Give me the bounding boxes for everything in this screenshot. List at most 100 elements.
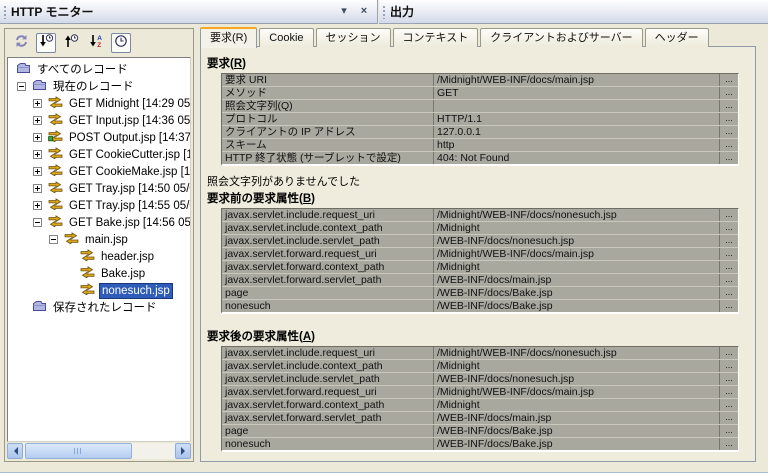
- tree-item-label: 現在のレコード: [53, 80, 134, 93]
- tree-item[interactable]: GET Input.jsp [14:36 05/0: [8, 112, 190, 129]
- expand-value-button[interactable]: ...: [720, 347, 738, 359]
- before-attributes-table: javax.servlet.include.request_uri/Midnig…: [221, 208, 739, 314]
- collapse-icon[interactable]: [49, 235, 58, 244]
- sort-time-ascending-button[interactable]: [61, 33, 81, 53]
- show-timestamp-button[interactable]: [111, 32, 131, 53]
- tree-item[interactable]: nonesuch.jsp: [8, 282, 190, 299]
- scroll-left-button[interactable]: [7, 443, 23, 459]
- tree-item[interactable]: 保存されたレコード: [8, 299, 190, 316]
- tree-item[interactable]: Bake.jsp: [8, 265, 190, 282]
- tab-3[interactable]: コンテキスト: [392, 28, 479, 47]
- expand-value-button[interactable]: ...: [720, 438, 738, 450]
- tree-item[interactable]: GET CookieCutter.jsp [14: [8, 146, 190, 163]
- expand-icon[interactable]: [33, 167, 42, 176]
- attribute-name: javax.servlet.forward.servlet_path: [222, 274, 434, 286]
- close-window-icon[interactable]: ×: [357, 5, 371, 19]
- tree-item[interactable]: POST Output.jsp [14:37 0: [8, 129, 190, 146]
- tree-item-label: GET Input.jsp [14:36 05/0: [69, 114, 191, 127]
- expand-value-button[interactable]: ...: [720, 152, 738, 164]
- expand-icon[interactable]: [33, 201, 42, 210]
- output-window-header[interactable]: 出力: [379, 0, 768, 24]
- tree-item[interactable]: すべてのレコード: [8, 61, 190, 78]
- sort-time-descending-button[interactable]: [36, 32, 56, 53]
- attribute-row: javax.servlet.include.context_path/Midni…: [222, 222, 738, 235]
- tree-item[interactable]: GET Midnight [14:29 05/: [8, 95, 190, 112]
- attribute-value: /Midnight: [434, 399, 720, 411]
- collapse-icon[interactable]: [33, 218, 42, 227]
- tab-4[interactable]: クライアントおよびサーバー: [480, 28, 643, 47]
- attribute-value: /Midnight/WEB-INF/docs/main.jsp: [434, 386, 720, 398]
- expand-value-button[interactable]: ...: [720, 386, 738, 398]
- expand-icon[interactable]: [33, 150, 42, 159]
- tree-item[interactable]: header.jsp: [8, 248, 190, 265]
- attribute-name: メソッド: [222, 87, 434, 99]
- record-icon: [48, 164, 63, 179]
- expand-icon[interactable]: [33, 116, 42, 125]
- attribute-row: 要求 URI/Midnight/WEB-INF/docs/main.jsp...: [222, 74, 738, 87]
- tab-0[interactable]: 要求(R): [200, 27, 258, 48]
- attribute-row: nonesuch/WEB-INF/docs/Bake.jsp...: [222, 300, 738, 312]
- expand-value-button[interactable]: ...: [720, 412, 738, 424]
- expand-value-button[interactable]: ...: [720, 113, 738, 125]
- attribute-value: /Midnight/WEB-INF/docs/main.jsp: [434, 74, 720, 86]
- attribute-row: スキーム http...: [222, 139, 738, 152]
- monitor-window-header[interactable]: HTTP モニター ▾ ×: [0, 0, 378, 24]
- attribute-value: /Midnight/WEB-INF/docs/main.jsp: [434, 248, 720, 260]
- expand-value-button[interactable]: ...: [720, 235, 738, 247]
- expand-value-button[interactable]: ...: [720, 360, 738, 372]
- expand-value-button[interactable]: ...: [720, 87, 738, 99]
- drag-grip-icon[interactable]: [3, 4, 7, 19]
- before-attrs-heading: 要求前の要求属性(B): [207, 193, 315, 205]
- tree-item[interactable]: GET Tray.jsp [14:55 05/0: [8, 197, 190, 214]
- reload-records-button[interactable]: [11, 33, 31, 53]
- tab-1[interactable]: Cookie: [259, 28, 314, 47]
- expand-value-button[interactable]: ...: [720, 274, 738, 286]
- tree-item[interactable]: main.jsp: [8, 231, 190, 248]
- attribute-row: javax.servlet.include.servlet_path/WEB-I…: [222, 235, 738, 248]
- tab-2[interactable]: セッション: [315, 28, 391, 47]
- expand-icon[interactable]: [33, 184, 42, 193]
- attribute-name: 照会文字列(Q): [222, 100, 434, 112]
- expand-value-button[interactable]: ...: [720, 74, 738, 86]
- expand-value-button[interactable]: ...: [720, 425, 738, 437]
- expand-value-button[interactable]: ...: [720, 399, 738, 411]
- scroll-right-button[interactable]: [175, 443, 191, 459]
- expand-value-button[interactable]: ...: [720, 209, 738, 221]
- record-icon: [48, 147, 63, 162]
- attribute-name: javax.servlet.include.context_path: [222, 222, 434, 234]
- expand-value-button[interactable]: ...: [720, 287, 738, 299]
- record-icon: [64, 232, 79, 247]
- expand-value-button[interactable]: ...: [720, 222, 738, 234]
- expand-icon[interactable]: [33, 99, 42, 108]
- expand-value-button[interactable]: ...: [720, 100, 738, 112]
- tree-item[interactable]: GET Bake.jsp [14:56 05/: [8, 214, 190, 231]
- tree-item[interactable]: GET Tray.jsp [14:50 05/0: [8, 180, 190, 197]
- sort-alphabetical-button[interactable]: AZ: [86, 33, 106, 53]
- attribute-name: スキーム: [222, 139, 434, 151]
- tree-item[interactable]: 現在のレコード: [8, 78, 190, 95]
- minimize-window-icon[interactable]: ▾: [337, 5, 351, 19]
- attribute-name: nonesuch: [222, 438, 434, 450]
- expand-value-button[interactable]: ...: [720, 261, 738, 273]
- collapse-icon[interactable]: [17, 82, 26, 91]
- horizontal-scrollbar[interactable]: [7, 443, 191, 459]
- output-window-title: 出力: [390, 5, 415, 19]
- attribute-value: /WEB-INF/docs/main.jsp: [434, 412, 720, 424]
- attribute-name: javax.servlet.include.request_uri: [222, 209, 434, 221]
- tree-item-label: nonesuch.jsp: [99, 282, 173, 299]
- expand-value-button[interactable]: ...: [720, 300, 738, 312]
- attribute-row: 照会文字列(Q)...: [222, 100, 738, 113]
- scrollbar-thumb[interactable]: [25, 443, 132, 459]
- attribute-value: /WEB-INF/docs/Bake.jsp: [434, 287, 720, 299]
- expand-value-button[interactable]: ...: [720, 126, 738, 138]
- attribute-value: GET: [434, 87, 720, 99]
- tree-item[interactable]: GET CookieMake.jsp [14:: [8, 163, 190, 180]
- expand-value-button[interactable]: ...: [720, 248, 738, 260]
- drag-grip-icon[interactable]: [382, 4, 386, 19]
- expand-value-button[interactable]: ...: [720, 139, 738, 151]
- expand-icon[interactable]: [33, 133, 42, 142]
- expand-value-button[interactable]: ...: [720, 373, 738, 385]
- attribute-value: /WEB-INF/docs/nonesuch.jsp: [434, 235, 720, 247]
- tab-5[interactable]: ヘッダー: [644, 28, 709, 47]
- attribute-name: javax.servlet.forward.context_path: [222, 261, 434, 273]
